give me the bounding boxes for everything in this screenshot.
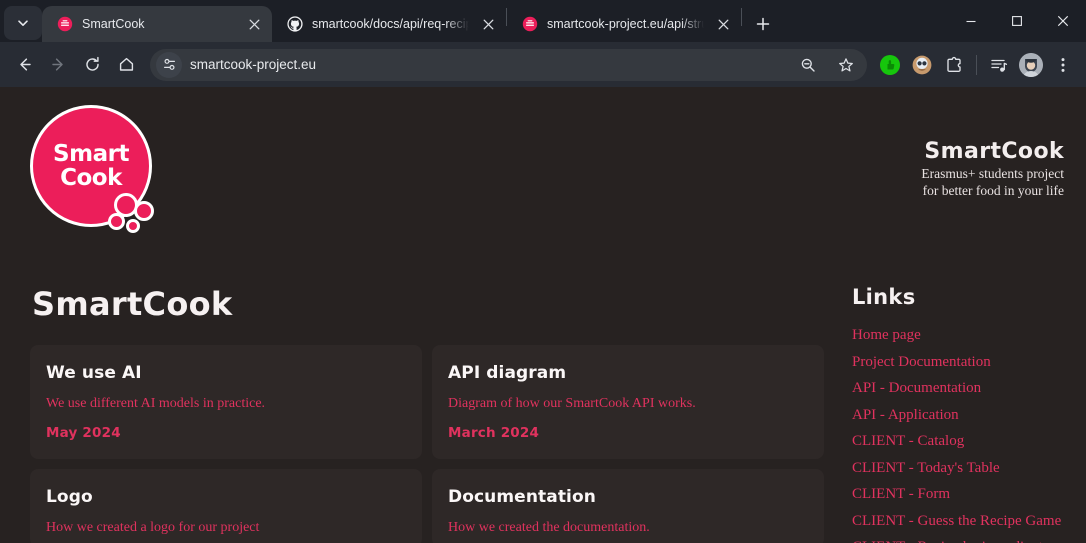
github-favicon-icon [286, 16, 303, 33]
site-header: Smart Cook SmartCook Erasmus+ students p… [0, 87, 1086, 267]
article-card-grid: We use AI We use different AI models in … [30, 345, 826, 543]
home-icon [119, 57, 133, 71]
header-tagline-line2: for better food in your life [922, 183, 1064, 198]
tab-title: smartcook-project.eu/api/struct [547, 17, 704, 31]
tab-close-button[interactable] [713, 14, 733, 34]
card-description: Diagram of how our SmartCook API works. [448, 396, 696, 411]
close-window-button[interactable] [1040, 0, 1086, 42]
close-icon [483, 19, 493, 29]
sidebar-link-api-documentation[interactable]: API - Documentation [852, 380, 1060, 397]
card-description: How we created a logo for our project [46, 520, 260, 535]
articles-column: SmartCook We use AI We use different AI … [0, 267, 826, 543]
tab-title: SmartCook [82, 17, 145, 31]
article-card-documentation[interactable]: Documentation How we created the documen… [432, 469, 824, 543]
puzzle-extension-icon[interactable] [939, 50, 969, 80]
window-controls [948, 0, 1086, 42]
logo-text-line2: Cook [60, 165, 122, 191]
main-content: SmartCook We use AI We use different AI … [0, 267, 1086, 543]
media-controls-icon[interactable] [984, 50, 1014, 80]
tab-close-button[interactable] [244, 14, 264, 34]
tab-separator [741, 7, 742, 26]
maximize-button[interactable] [994, 0, 1040, 42]
card-title: We use AI [46, 363, 142, 383]
tab-search-button[interactable] [4, 6, 42, 40]
card-description: We use different AI models in practice. [46, 396, 266, 411]
close-icon [249, 19, 259, 29]
logo-bubble-icon [134, 201, 154, 221]
browser-tab-github-docs[interactable]: smartcook/docs/api/req-recipe [272, 6, 506, 42]
sidebar-link-client-guess-the-recipe-game[interactable]: CLIENT - Guess the Recipe Game [852, 513, 1061, 530]
browser-tab-api-struct[interactable]: smartcook-project.eu/api/struct [507, 6, 741, 42]
card-title: Documentation [448, 487, 596, 507]
browser-toolbar: smartcook-project.eu [0, 42, 1086, 87]
url-text[interactable]: smartcook-project.eu [190, 57, 785, 72]
sidebar-link-api-application[interactable]: API - Application [852, 407, 1060, 424]
logo-bubble-icon [108, 213, 125, 230]
logo-text-line1: Smart [53, 141, 129, 167]
back-button[interactable] [8, 49, 40, 81]
smartcook-favicon-icon [521, 16, 538, 33]
page-title: SmartCook [32, 285, 233, 323]
toolbar-separator [976, 54, 977, 75]
browser-window: SmartCook smartcook/docs/api/req-recipe [0, 0, 1086, 543]
smartcook-favicon-icon [56, 16, 73, 33]
sidebar-link-client-recipe-by-ingredients[interactable]: CLIENT - Recipe by ingredients [852, 539, 1060, 543]
maximize-icon [1012, 16, 1022, 26]
article-card-logo[interactable]: Logo How we created a logo for our proje… [30, 469, 422, 543]
card-title: API diagram [448, 363, 567, 383]
chevron-down-icon [18, 20, 28, 26]
sidebar-link-client-catalog[interactable]: CLIENT - Catalog [852, 433, 1060, 450]
forward-button[interactable] [42, 49, 74, 81]
header-brand-block: SmartCook Erasmus+ students project for … [921, 139, 1064, 199]
cookie-face-extension-icon[interactable] [907, 50, 937, 80]
header-brand-name: SmartCook [924, 139, 1064, 164]
page-viewport: Smart Cook SmartCook Erasmus+ students p… [0, 87, 1086, 543]
close-icon [718, 19, 728, 29]
minimize-button[interactable] [948, 0, 994, 42]
kebab-menu-icon [1061, 57, 1065, 72]
reload-icon [85, 56, 99, 71]
tab-close-button[interactable] [478, 14, 498, 34]
card-date: May 2024 [46, 425, 121, 441]
close-icon [1057, 15, 1069, 27]
browser-tab-smartcook[interactable]: SmartCook [42, 6, 272, 42]
tab-strip: SmartCook smartcook/docs/api/req-recipe [0, 0, 1086, 42]
sidebar-link-client-todays-table[interactable]: CLIENT - Today's Table [852, 460, 1060, 477]
sidebar-link-client-form[interactable]: CLIENT - Form [852, 486, 1060, 503]
card-title: Logo [46, 487, 93, 507]
forward-arrow-icon [51, 58, 63, 71]
logo-bubble-icon [126, 219, 140, 233]
links-heading: Links [852, 285, 916, 309]
site-settings-icon[interactable] [156, 51, 182, 78]
address-bar[interactable]: smartcook-project.eu [150, 48, 867, 81]
plus-icon [756, 17, 770, 31]
minimize-icon [966, 20, 976, 23]
new-tab-button[interactable] [748, 9, 778, 39]
back-arrow-icon [19, 58, 31, 71]
reload-button[interactable] [76, 49, 108, 81]
home-button[interactable] [110, 49, 142, 81]
tab-title: smartcook/docs/api/req-recipe [312, 17, 469, 31]
bookmark-star-icon[interactable] [831, 50, 861, 80]
sidebar-link-home-page[interactable]: Home page [852, 327, 1060, 344]
search-icon[interactable] [793, 50, 823, 80]
card-date: March 2024 [448, 425, 540, 441]
article-card-we-use-ai[interactable]: We use AI We use different AI models in … [30, 345, 422, 459]
links-sidebar: Links Home page Project Documentation AP… [826, 267, 1061, 543]
article-card-api-diagram[interactable]: API diagram Diagram of how our SmartCook… [432, 345, 824, 459]
card-description: How we created the documentation. [448, 520, 650, 535]
sidebar-link-project-documentation[interactable]: Project Documentation [852, 354, 1060, 371]
green-thumb-extension-icon[interactable] [875, 50, 905, 80]
profile-avatar[interactable] [1016, 50, 1046, 80]
browser-menu-button[interactable] [1048, 50, 1078, 80]
header-tagline-line1: Erasmus+ students project [921, 166, 1064, 181]
smartcook-logo[interactable]: Smart Cook [30, 105, 160, 235]
